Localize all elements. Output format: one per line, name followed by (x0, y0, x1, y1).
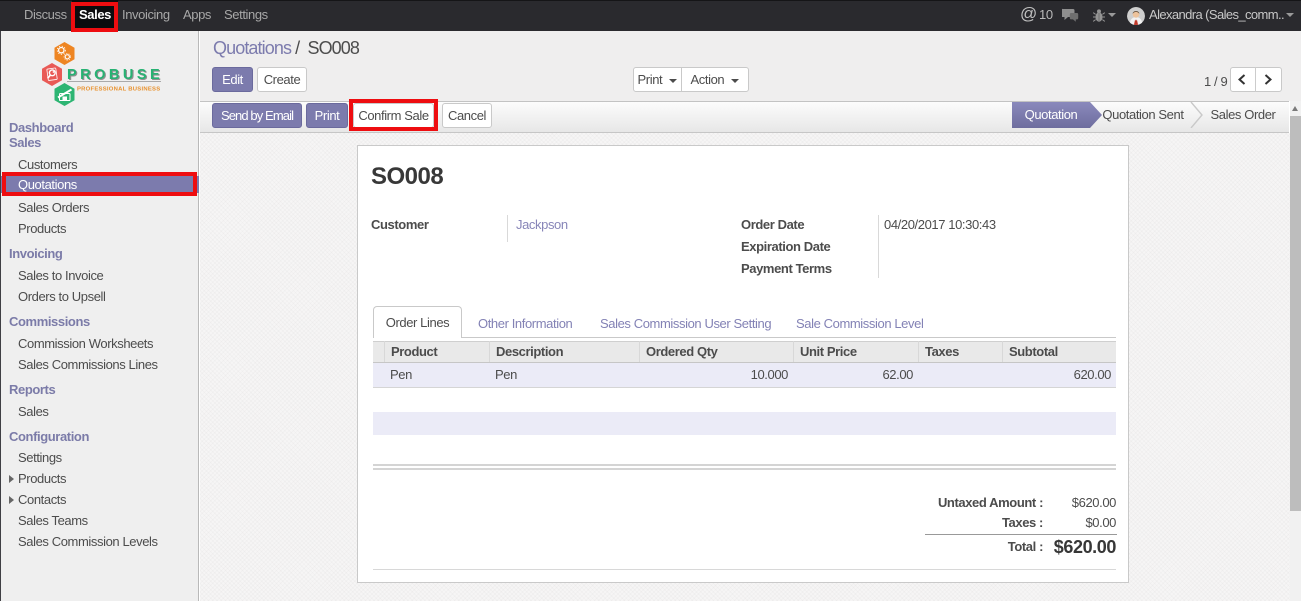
svg-text:PROFESSIONAL BUSINESS: PROFESSIONAL BUSINESS (77, 87, 160, 93)
svg-text:PROBUSE: PROBUSE (67, 67, 163, 83)
